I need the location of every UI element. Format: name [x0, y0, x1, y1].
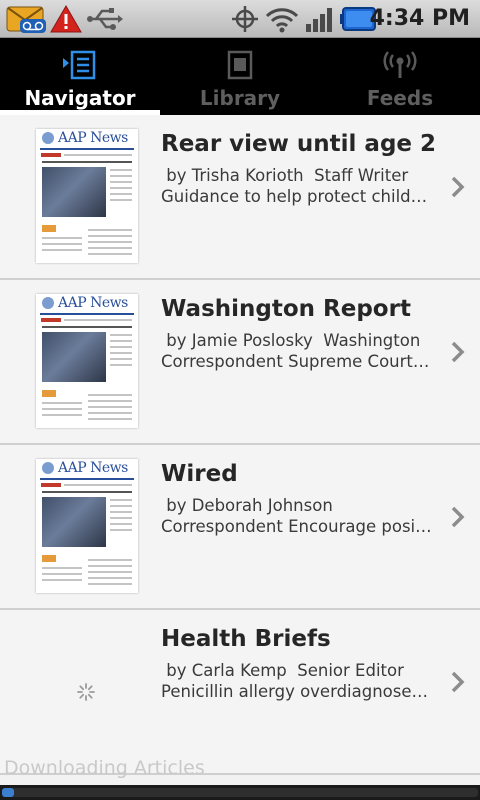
chevron-right-icon	[451, 176, 465, 198]
download-progress-bar	[0, 785, 480, 800]
wifi-icon	[265, 8, 299, 33]
gps-icon	[232, 6, 258, 32]
chevron-right-icon	[451, 671, 465, 693]
tab-feeds[interactable]: Feeds	[320, 38, 480, 115]
article-description: Penicillin allergy overdiagnosed in chil…	[161, 682, 433, 701]
article-byline: by Carla Kemp Senior Editor	[161, 661, 404, 680]
tab-library-label: Library	[199, 86, 281, 110]
thumbnail-masthead: AAP News	[58, 295, 128, 311]
thumbnail-masthead: AAP News	[58, 130, 128, 146]
chevron-right-icon	[451, 341, 465, 363]
list-item[interactable]: Health Briefs by Carla Kemp Senior Edito…	[0, 610, 480, 775]
thumbnail-masthead: AAP News	[58, 460, 128, 476]
article-title: Health Briefs	[161, 626, 331, 652]
status-bar: 4:34 PM	[0, 0, 480, 38]
article-list: AAP News Rear view until age 2 by Trisha…	[0, 115, 480, 775]
status-time: 4:34 PM	[369, 6, 470, 31]
usb-icon	[87, 8, 123, 30]
voicemail-icon	[6, 6, 46, 33]
article-description: Correspondent Encourage positive social …	[161, 517, 433, 536]
article-title: Rear view until age 2	[161, 131, 437, 157]
chevron-right-icon	[451, 506, 465, 528]
feeds-icon	[383, 51, 417, 78]
tab-library[interactable]: Library	[160, 38, 320, 115]
signal-icon	[306, 8, 332, 32]
article-title: Wired	[161, 461, 238, 487]
article-title: Washington Report	[161, 296, 411, 322]
navigator-icon	[63, 50, 96, 80]
library-icon	[227, 50, 253, 80]
tab-navigator-label: Navigator	[24, 86, 136, 110]
list-item[interactable]: AAP News Washington Report by Jamie Posl…	[0, 280, 480, 445]
article-byline: by Deborah Johnson	[161, 496, 333, 515]
download-progress-fill	[2, 788, 14, 797]
article-thumbnail: AAP News	[36, 459, 138, 593]
list-item[interactable]: AAP News Rear view until age 2 by Trisha…	[0, 115, 480, 280]
download-status: Downloading Articles	[4, 757, 205, 779]
article-description: Guidance to help protect children in mot…	[161, 187, 433, 206]
tab-bar: Navigator Library Feeds	[0, 38, 480, 115]
tab-navigator[interactable]: Navigator	[0, 38, 160, 115]
tab-feeds-label: Feeds	[366, 86, 434, 110]
warning-icon	[50, 4, 82, 33]
article-byline: by Trisha Korioth Staff Writer	[161, 166, 409, 185]
article-byline: by Jamie Poslosky Washington	[161, 331, 421, 350]
article-thumbnail: AAP News	[36, 294, 138, 428]
article-description: Correspondent Supreme Court to hear heal…	[161, 352, 433, 371]
loading-spinner-icon	[77, 683, 95, 701]
article-thumbnail: AAP News	[36, 129, 138, 263]
list-item[interactable]: AAP News Wired by Deborah Johnson Corres…	[0, 445, 480, 610]
